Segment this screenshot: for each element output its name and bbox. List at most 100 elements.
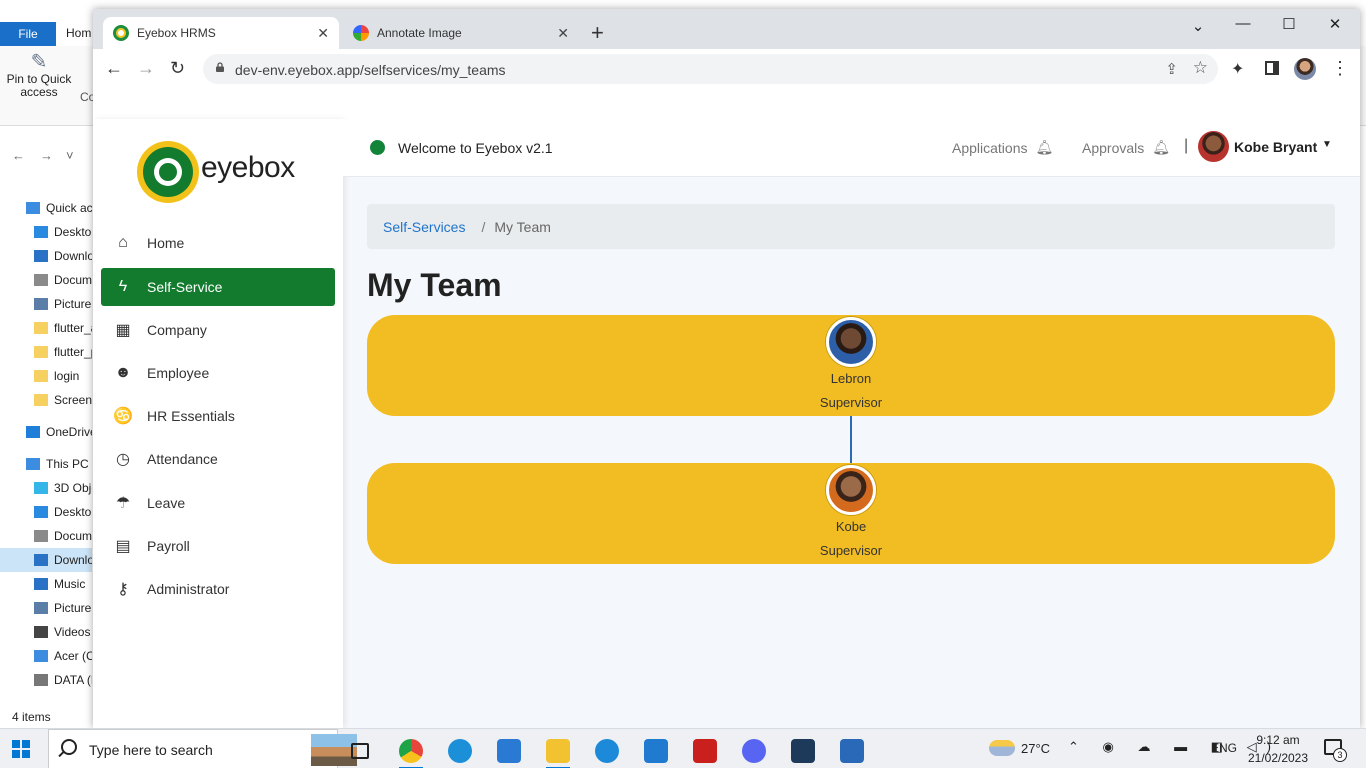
member-name: Kobe [835, 519, 867, 534]
tab-title: Eyebox HRMS [137, 26, 216, 40]
team-member-card[interactable]: Kobe Supervisor [367, 463, 1335, 564]
nav-tree-item[interactable]: Videos [0, 620, 92, 644]
close-tab-icon[interactable]: ✕ [317, 25, 329, 42]
eyebox-favicon-icon [113, 25, 129, 41]
clock-time[interactable]: 9:12 am [1246, 733, 1310, 747]
applications-label: Applications [952, 139, 1028, 156]
tab-search-icon[interactable]: ⌄ [1175, 17, 1221, 35]
team-member-card[interactable]: Lebron Supervisor [367, 315, 1335, 416]
weather-temperature[interactable]: 27°C [1021, 741, 1050, 756]
taskbar-app-button[interactable] [734, 733, 774, 768]
taskbar-app-button[interactable] [832, 733, 872, 768]
url-text: dev-env.eyebox.app/selfservices/my_teams [235, 62, 506, 78]
nav-tree-item[interactable]: Downlo [0, 548, 92, 572]
nav-tree-item[interactable]: Music [0, 572, 92, 596]
sidebar-item-label: Self-Service [147, 279, 223, 295]
nav-tree-item[interactable]: 3D Obje [0, 476, 92, 500]
close-window-button[interactable]: ✕ [1312, 15, 1358, 33]
handshake-icon: ♋ [113, 408, 133, 425]
forward-arrow-icon[interactable]: → [40, 148, 53, 163]
breadcrumb-current: My Team [494, 218, 551, 235]
tab-annotate-image[interactable]: Annotate Image ✕ [343, 17, 579, 49]
nav-tree-item[interactable]: This PC [0, 452, 92, 476]
tab-title: Annotate Image [377, 26, 462, 40]
clock-date[interactable]: 21/02/2023 [1246, 751, 1310, 765]
notification-count-badge: 3 [1333, 748, 1347, 762]
sidebar-item-payroll[interactable]: ▤ Payroll [101, 527, 335, 565]
bookmark-star-icon[interactable]: ☆ [1193, 58, 1208, 78]
sidebar-item-leave[interactable]: ☂ Leave [101, 484, 335, 522]
close-tab-icon[interactable]: ✕ [557, 25, 569, 42]
taskbar-app-button[interactable] [783, 733, 823, 768]
windows-start-icon[interactable] [12, 740, 30, 758]
sidebar-item-self-service[interactable]: ϟ Self-Service [101, 268, 335, 306]
nav-tree-item[interactable]: Downlo [0, 244, 92, 268]
user-name-dropdown[interactable]: Kobe Bryant [1234, 139, 1317, 155]
sidebar-item-home[interactable]: ⌂ Home [101, 224, 335, 262]
nav-tree-item[interactable]: Pictures [0, 596, 92, 620]
nav-tree-item[interactable]: Desktop [0, 500, 92, 524]
breadcrumb-self-services-link[interactable]: Self-Services [383, 219, 465, 235]
taskbar-app-button[interactable] [685, 733, 725, 768]
maximize-button[interactable]: ☐ [1266, 15, 1312, 33]
weather-cloud-icon[interactable] [989, 740, 1015, 756]
address-bar[interactable]: dev-env.eyebox.app/selfservices/my_teams… [203, 54, 1218, 84]
document-icon [34, 274, 48, 286]
explorer-home-tab[interactable]: Hom [66, 26, 91, 40]
share-icon[interactable]: ⇪ [1165, 60, 1178, 78]
taskbar-app-button[interactable] [440, 733, 480, 768]
taskbar-app-button[interactable] [391, 733, 431, 768]
nav-tree-item[interactable]: Pictures [0, 292, 92, 316]
nav-tree-item[interactable]: flutter_p [0, 340, 92, 364]
nav-tree-label: Pictures [54, 297, 92, 311]
search-placeholder: Type here to search [89, 742, 213, 758]
taskbar-app-button[interactable] [636, 733, 676, 768]
sidebar-item-label: Company [147, 322, 207, 338]
task-view-icon [351, 743, 369, 759]
explorer-file-tab[interactable]: File [0, 22, 56, 46]
pin-to-quick-access-button[interactable]: ✎ Pin to Quick access [6, 52, 72, 99]
tab-eyebox-hrms[interactable]: Eyebox HRMS ✕ [103, 17, 339, 49]
nav-tree-item[interactable]: Quick acc [0, 196, 92, 220]
nav-tree-item[interactable]: Docum [0, 524, 92, 548]
edge-icon [448, 739, 472, 763]
nav-tree-item[interactable]: flutter_a [0, 316, 92, 340]
taskbar-app-button[interactable] [489, 733, 529, 768]
file-explorer-icon [546, 739, 570, 763]
back-icon[interactable]: ← [105, 59, 123, 77]
new-tab-button[interactable]: + [591, 22, 604, 44]
filezilla-icon [693, 739, 717, 763]
sidebar-item-attendance[interactable]: ◷ Attendance [101, 440, 335, 478]
nav-tree-item[interactable]: Desktop [0, 220, 92, 244]
approvals-link[interactable]: Approvals 🔔︎ [1082, 139, 1170, 156]
folder-icon [34, 346, 48, 358]
applications-link[interactable]: Applications 🔔︎ [952, 139, 1053, 156]
nav-tree-item[interactable]: login [0, 364, 92, 388]
nav-tree-item[interactable]: Acer (C [0, 644, 92, 668]
forward-icon[interactable]: → [137, 59, 155, 77]
chrome-menu-icon[interactable]: ⋮ [1331, 59, 1349, 77]
sidebar-item-hr-essentials[interactable]: ♋ HR Essentials [101, 397, 335, 435]
caret-down-icon[interactable]: ▼ [1322, 139, 1332, 150]
sidebar-item-company[interactable]: ▦ Company [101, 311, 335, 349]
reload-icon[interactable]: ↻ [170, 59, 185, 77]
taskbar-app-button[interactable] [340, 733, 380, 768]
minimize-button[interactable]: — [1220, 15, 1266, 32]
eyebox-logo[interactable]: eyebox [137, 141, 303, 203]
nav-tree-item[interactable]: Docum [0, 268, 92, 292]
side-panel-icon[interactable] [1265, 61, 1279, 75]
nav-tree-item[interactable]: OneDrive [0, 420, 92, 444]
profile-avatar-icon[interactable] [1294, 58, 1316, 80]
taskbar-app-button[interactable] [587, 733, 627, 768]
extensions-puzzle-icon[interactable]: ✦ [1231, 59, 1244, 79]
nav-tree-item[interactable]: DATA (D [0, 668, 92, 692]
sidebar-item-administrator[interactable]: ⚷ Administrator [101, 570, 335, 608]
taskbar-search-box[interactable]: Type here to search [48, 729, 357, 768]
language-indicator[interactable]: ENG [1211, 741, 1237, 755]
user-avatar[interactable] [1198, 131, 1229, 162]
taskbar-app-button[interactable] [538, 733, 578, 768]
back-arrow-icon[interactable]: ← [12, 148, 25, 163]
nav-tree-item[interactable]: Screens [0, 388, 92, 412]
recent-dropdown-icon[interactable]: ˅ [66, 148, 74, 163]
sidebar-item-employee[interactable]: ☻ Employee [101, 354, 335, 392]
